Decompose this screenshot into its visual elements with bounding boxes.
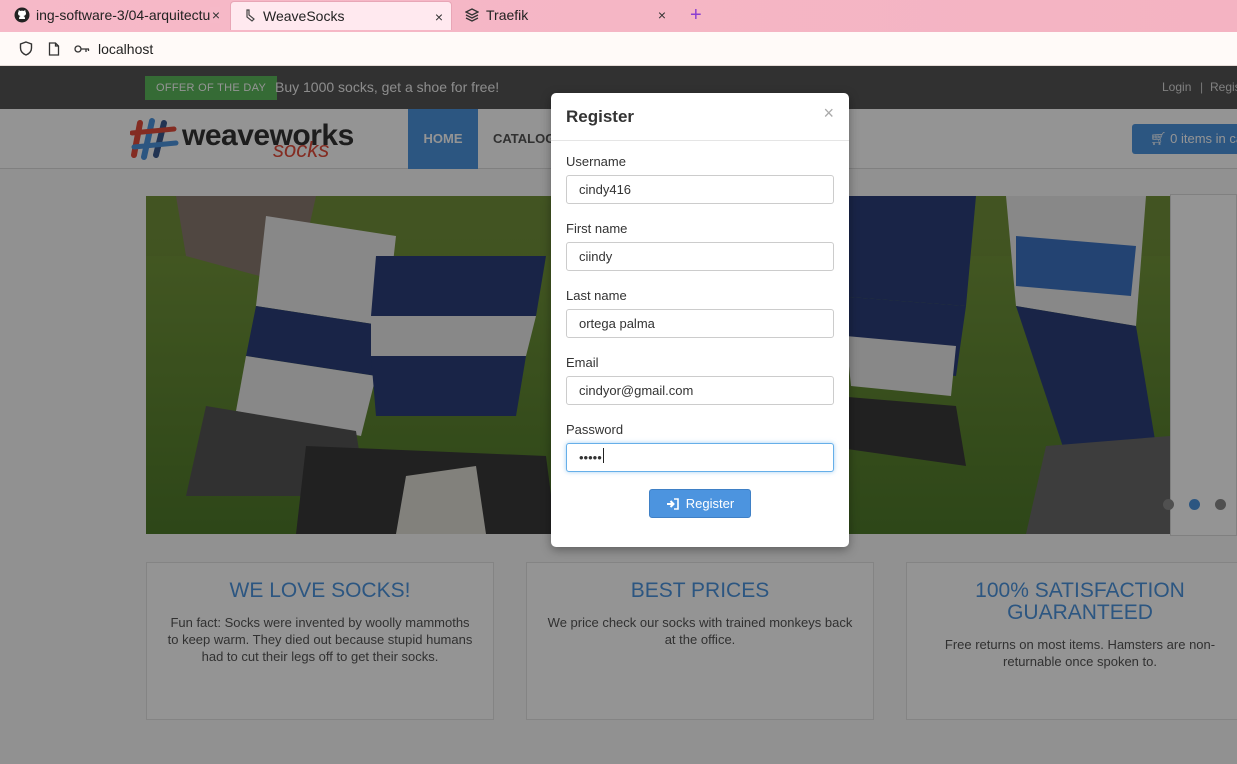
tab-label: WeaveSocks [263,8,345,24]
key-icon[interactable] [74,41,90,57]
username-label: Username [566,154,626,169]
first-name-input[interactable] [566,242,834,271]
github-icon [14,7,30,23]
username-input[interactable] [566,175,834,204]
last-name-label: Last name [566,288,627,303]
tab-label: ing-software-3/04-arquitectu [36,7,211,23]
tab-traefik[interactable]: Traefik × [456,0,674,30]
page-info-icon[interactable] [46,41,62,57]
address-bar: localhost [0,32,1237,66]
modal-header: Register × [551,93,849,141]
traefik-icon [464,7,480,23]
browser-tab-bar: ing-software-3/04-arquitectu × WeaveSock… [0,0,1237,32]
tab-github[interactable]: ing-software-3/04-arquitectu × [8,0,228,30]
register-submit-button[interactable]: Register [649,489,751,518]
text-caret [603,448,604,463]
page-icon [241,8,257,24]
first-name-label: First name [566,221,628,236]
register-modal: Register × Username First name Last name… [551,93,849,547]
url-text[interactable]: localhost [98,41,153,57]
close-icon[interactable]: × [209,7,220,23]
shield-icon[interactable] [18,41,34,57]
tab-label: Traefik [486,7,529,23]
close-icon[interactable]: × [823,103,834,124]
modal-title: Register [566,107,635,126]
password-input[interactable] [566,443,834,472]
email-label: Email [566,355,599,370]
sign-in-icon [666,497,679,510]
close-icon[interactable]: × [658,7,666,23]
last-name-input[interactable] [566,309,834,338]
close-icon[interactable]: × [435,9,443,25]
password-label: Password [566,422,624,437]
email-input[interactable] [566,376,834,405]
new-tab-button[interactable]: + [690,4,702,27]
tab-weavesocks[interactable]: WeaveSocks × [230,1,452,30]
register-button-label: Register [685,496,735,511]
